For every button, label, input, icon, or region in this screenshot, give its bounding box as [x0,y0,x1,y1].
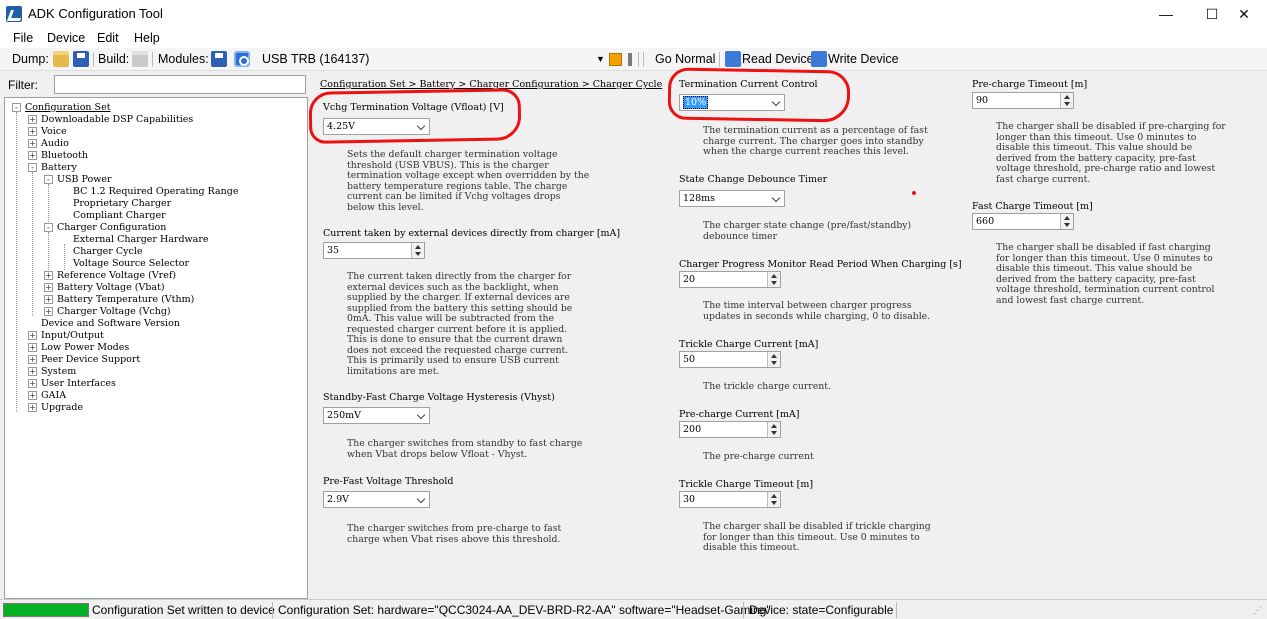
trickle-timeout-stepper[interactable]: 30 [679,491,781,508]
spin-buttons-icon[interactable] [767,492,780,507]
prefast-label: Pre-Fast Voltage Threshold [323,476,454,487]
toolbar-separator [638,52,639,67]
prefast-description: The charger switches from pre-charge to … [347,523,562,545]
precharge-current-label: Pre-charge Current [mA] [679,409,800,420]
monitor-period-description: The time interval between charger progre… [703,300,931,322]
spin-buttons-icon[interactable] [1060,214,1073,229]
toolbar-separator [719,52,720,67]
trickle-current-label: Trickle Charge Current [mA] [679,339,819,350]
minimize-button[interactable]: — [1143,0,1189,28]
configuration-tree[interactable]: - Configuration Set + Downloadable DSP Cap… [4,97,308,599]
menu-edit[interactable]: Edit [97,31,119,45]
debounce-select[interactable]: 128ms [679,190,785,207]
dump-open-folder-icon[interactable] [53,51,69,67]
status-separator [272,602,273,618]
external-current-description: The current taken directly from the char… [347,271,573,377]
status-message: Configuration Set written to device [92,603,275,617]
fast-timeout-stepper[interactable]: 660 [972,213,1074,230]
debounce-label: State Change Debounce Timer [679,174,828,185]
menu-bar: File Device Edit Help [0,28,1267,48]
red-annotation-dot [912,191,916,195]
toolbar-separator [93,52,94,67]
filter-label: Filter: [8,78,38,92]
spin-buttons-icon[interactable] [1060,93,1073,108]
vhyst-description: The charger switches from standby to fas… [347,438,583,460]
build-icon[interactable] [132,51,148,67]
chevron-down-icon [771,193,781,203]
status-separator [743,602,744,618]
status-device: Device: state=Configurable [749,603,894,617]
build-label: Build: [98,52,130,66]
read-device-button[interactable]: Read Device [742,52,814,66]
spin-buttons-icon[interactable] [767,352,780,367]
debounce-description: The charger state change (pre/fast/stand… [703,220,912,242]
precharge-current-description: The pre-charge current [703,451,814,462]
resize-grip-icon[interactable]: ⋰ [1253,605,1262,616]
write-device-button[interactable]: Write Device [828,52,899,66]
red-annotation-circle [308,88,522,144]
precharge-timeout-label: Pre-charge Timeout [m] [972,79,1088,90]
chip-icon[interactable] [609,53,622,66]
vhyst-label: Standby-Fast Charge Voltage Hysteresis (… [323,392,555,403]
status-separator [896,602,897,618]
window-title: ADK Configuration Tool [28,6,163,21]
filter-input[interactable] [54,75,306,94]
modules-save-icon[interactable] [211,51,227,67]
close-button[interactable]: ✕ [1221,0,1267,28]
status-configuration: Configuration Set: hardware="QCC3024-AA_… [278,603,771,617]
device-dropdown-chevron-icon[interactable]: ▼ [596,54,605,64]
toolbar: Dump: Build: Modules: USB TRB (164137) ▼… [0,48,1267,71]
external-current-stepper[interactable]: 35 [323,242,425,259]
red-annotation-circle [667,67,851,123]
precharge-current-stepper[interactable]: 200 [679,421,781,438]
menu-help[interactable]: Help [134,31,160,45]
menu-file[interactable]: File [13,31,33,45]
prefast-select[interactable]: 2.9V [323,491,430,508]
menu-device[interactable]: Device [47,31,85,45]
spin-buttons-icon[interactable] [767,422,780,437]
read-device-icon[interactable] [725,51,741,67]
termination-current-description: The termination current as a percentage … [703,125,928,157]
modules-label: Modules: [158,52,209,66]
device-select[interactable]: USB TRB (164137) [262,52,369,66]
fast-timeout-description: The charger shall be disabled if fast ch… [996,242,1215,306]
chevron-down-icon [416,494,426,504]
fast-timeout-label: Fast Charge Timeout [m] [972,201,1093,212]
toolbar-separator [152,52,153,67]
trickle-timeout-label: Trickle Charge Timeout [m] [679,479,814,490]
reset-icon[interactable] [628,53,632,66]
toolbar-separator [643,52,644,67]
spin-buttons-icon[interactable] [411,243,424,258]
precharge-timeout-description: The charger shall be disabled if pre-cha… [996,121,1226,185]
monitor-period-label: Charger Progress Monitor Read Period Whe… [679,259,962,270]
precharge-timeout-stepper[interactable]: 90 [972,92,1074,109]
trickle-timeout-description: The charger shall be disabled if trickle… [703,521,931,553]
app-logo-icon [6,6,22,22]
external-current-label: Current taken by external devices direct… [323,228,621,239]
progress-bar [3,603,89,617]
trickle-current-stepper[interactable]: 50 [679,351,781,368]
dump-save-icon[interactable] [73,51,89,67]
modules-help-icon[interactable] [234,51,250,67]
monitor-period-stepper[interactable]: 20 [679,271,781,288]
status-bar: Configuration Set written to device Conf… [0,599,1267,619]
chevron-down-icon [416,410,426,420]
trickle-current-description: The trickle charge current. [703,381,831,392]
vhyst-select[interactable]: 250mV [323,407,430,424]
write-device-icon[interactable] [811,51,827,67]
dump-label: Dump: [12,52,49,66]
go-normal-button[interactable]: Go Normal [655,52,715,66]
title-bar: ADK Configuration Tool — ☐ ✕ [0,0,1267,28]
vfloat-description: Sets the default charger termination vol… [347,149,590,213]
spin-buttons-icon[interactable] [767,272,780,287]
settings-panel: Configuration Set > Battery > Charger Co… [308,67,1267,599]
